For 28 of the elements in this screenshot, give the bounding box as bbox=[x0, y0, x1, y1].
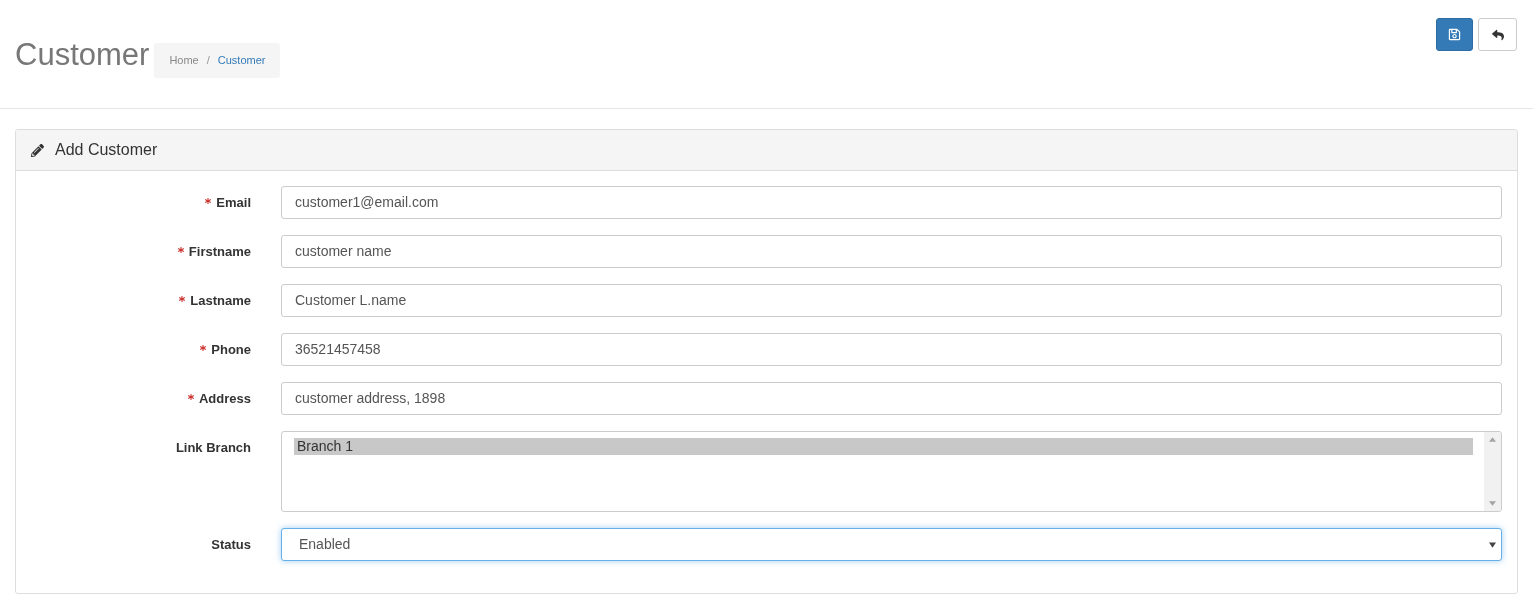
text-input-field[interactable]: customer name bbox=[281, 235, 1502, 268]
scroll-down-icon[interactable] bbox=[1489, 501, 1496, 506]
text-input-field[interactable]: 36521457458 bbox=[281, 333, 1502, 366]
scroll-up-icon[interactable] bbox=[1489, 437, 1496, 442]
field-label: Link Branch bbox=[175, 438, 251, 457]
list-option[interactable]: Branch 1 bbox=[294, 438, 1473, 455]
page-title: Customer bbox=[15, 37, 150, 73]
breadcrumb-separator: / bbox=[206, 53, 210, 69]
branch-list-box[interactable]: Branch 1 bbox=[281, 431, 1502, 512]
field-label: Email bbox=[216, 193, 251, 212]
pencil-icon bbox=[31, 143, 44, 157]
field-label: Address bbox=[198, 389, 251, 408]
back-button[interactable] bbox=[1478, 18, 1517, 51]
field-label: Status bbox=[211, 535, 251, 554]
field-label: Firstname bbox=[188, 242, 251, 261]
status-dropdown[interactable]: Enabled bbox=[281, 528, 1502, 561]
reply-arrow-icon bbox=[1490, 28, 1505, 41]
field-label: Lastname bbox=[190, 291, 251, 310]
text-input-field[interactable]: customer address, 1898 bbox=[281, 382, 1502, 415]
text-input-field[interactable]: Customer L.name bbox=[281, 284, 1502, 317]
breadcrumb-link[interactable]: Customer bbox=[217, 52, 266, 69]
dropdown-caret-icon bbox=[1489, 541, 1496, 548]
scrollbar[interactable] bbox=[1484, 432, 1501, 511]
text-input-field[interactable]: customer1@email.com bbox=[281, 186, 1502, 219]
field-label: Phone bbox=[211, 340, 251, 359]
save-button[interactable] bbox=[1436, 18, 1473, 51]
panel-title: Add Customer bbox=[55, 140, 158, 160]
save-icon bbox=[1448, 28, 1461, 41]
